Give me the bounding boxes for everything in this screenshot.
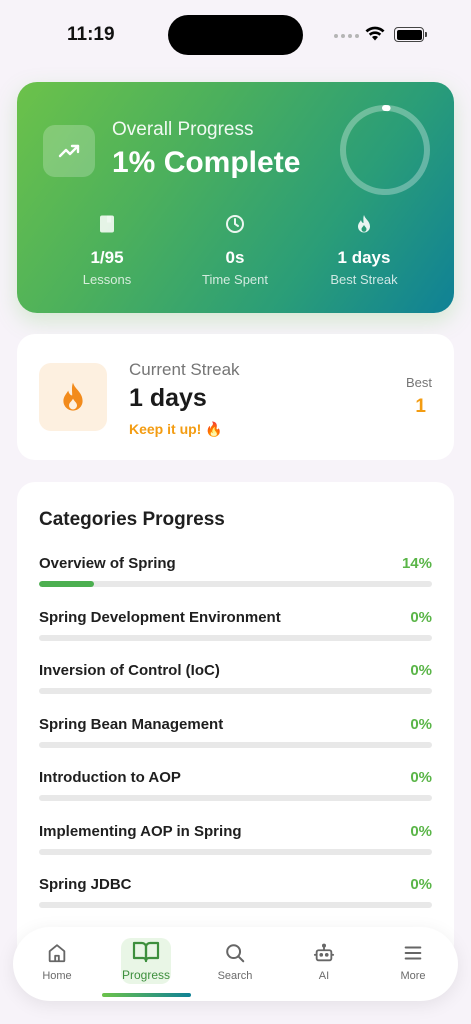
streak-encouragement: Keep it up! 🔥	[129, 421, 223, 437]
nav-active-indicator	[102, 993, 191, 997]
category-percent: 14%	[401, 555, 432, 572]
bottom-navigation: Home Progress Search AI More	[13, 927, 458, 1001]
flame-icon	[39, 363, 107, 431]
current-streak-value: 1 days	[129, 384, 207, 412]
category-progress-bar	[39, 581, 432, 587]
category-percent: 0%	[410, 662, 432, 679]
category-progress-bar	[39, 849, 432, 855]
best-streak-label: Best	[405, 375, 432, 390]
nav-label: Home	[42, 970, 72, 982]
stat-lessons: 1/95 Lessons	[47, 212, 167, 287]
current-streak-card: Current Streak 1 days Keep it up! 🔥 Best…	[17, 334, 454, 460]
overall-progress-value: 1% Complete	[112, 146, 301, 179]
category-item[interactable]: Implementing AOP in Spring 0%	[39, 823, 432, 855]
category-name: Overview of Spring	[39, 555, 176, 572]
category-item[interactable]: Inversion of Control (IoC) 0%	[39, 662, 432, 694]
best-streak-value: 1	[415, 396, 426, 417]
stat-time-spent: 0s Time Spent	[175, 212, 295, 287]
wifi-icon	[365, 26, 385, 41]
robot-icon	[289, 941, 359, 965]
cellular-signal-icon	[334, 34, 359, 38]
category-item[interactable]: Introduction to AOP 0%	[39, 769, 432, 801]
stat-value: 0s	[225, 248, 245, 267]
book-icon	[47, 212, 167, 236]
progress-ring	[340, 105, 430, 195]
category-item[interactable]: Spring Bean Management 0%	[39, 716, 432, 748]
category-item[interactable]: Spring Development Environment 0%	[39, 609, 432, 641]
nav-label: AI	[318, 970, 330, 982]
current-streak-label: Current Streak	[129, 360, 240, 379]
battery-nub	[425, 32, 427, 37]
stat-label: Lessons	[82, 272, 132, 287]
status-bar: 11:19	[0, 0, 471, 70]
battery-icon	[394, 27, 424, 42]
menu-icon	[378, 941, 448, 965]
category-item[interactable]: Overview of Spring 14%	[39, 555, 432, 587]
nav-home[interactable]: Home	[22, 941, 92, 982]
nav-search[interactable]: Search	[200, 941, 270, 982]
stat-label: Time Spent	[202, 272, 268, 287]
nav-ai[interactable]: AI	[289, 941, 359, 982]
category-progress-bar	[39, 742, 432, 748]
stat-value: 1/95	[90, 248, 124, 267]
category-item[interactable]: Spring JDBC 0%	[39, 876, 432, 908]
home-icon	[22, 941, 92, 965]
category-percent: 0%	[410, 876, 432, 893]
category-name: Introduction to AOP	[39, 769, 181, 786]
status-time: 11:19	[67, 24, 115, 45]
nav-label: More	[400, 970, 426, 982]
nav-label: Progress	[121, 968, 171, 982]
category-name: Implementing AOP in Spring	[39, 823, 242, 840]
overall-progress-label: Overall Progress	[112, 119, 254, 140]
flame-icon	[304, 212, 424, 236]
category-progress-fill	[39, 581, 95, 587]
nav-label: Search	[217, 970, 253, 982]
category-percent: 0%	[410, 823, 432, 840]
book-open-icon	[111, 939, 181, 963]
categories-progress-card[interactable]: Categories Progress Overview of Spring 1…	[17, 482, 454, 962]
stat-value: 1 days	[337, 248, 391, 267]
category-name: Spring Development Environment	[39, 609, 281, 626]
category-progress-bar	[39, 902, 432, 908]
category-progress-bar	[39, 635, 432, 641]
overall-progress-card: Overall Progress 1% Complete 1/95 Lesson…	[17, 82, 454, 313]
category-percent: 0%	[410, 769, 432, 786]
category-progress-bar	[39, 688, 432, 694]
category-progress-bar	[39, 795, 432, 801]
categories-title: Categories Progress	[39, 509, 225, 530]
category-name: Spring Bean Management	[39, 716, 224, 733]
clock-icon	[175, 212, 295, 236]
search-icon	[200, 941, 270, 965]
stat-label: Best Streak	[330, 272, 398, 287]
category-name: Inversion of Control (IoC)	[39, 662, 220, 679]
dynamic-island	[168, 15, 303, 55]
nav-more[interactable]: More	[378, 941, 448, 982]
nav-progress[interactable]: Progress	[111, 939, 181, 982]
trending-up-icon	[43, 125, 95, 177]
category-name: Spring JDBC	[39, 876, 132, 893]
stat-best-streak: 1 days Best Streak	[304, 212, 424, 287]
category-percent: 0%	[410, 609, 432, 626]
category-percent: 0%	[410, 716, 432, 733]
